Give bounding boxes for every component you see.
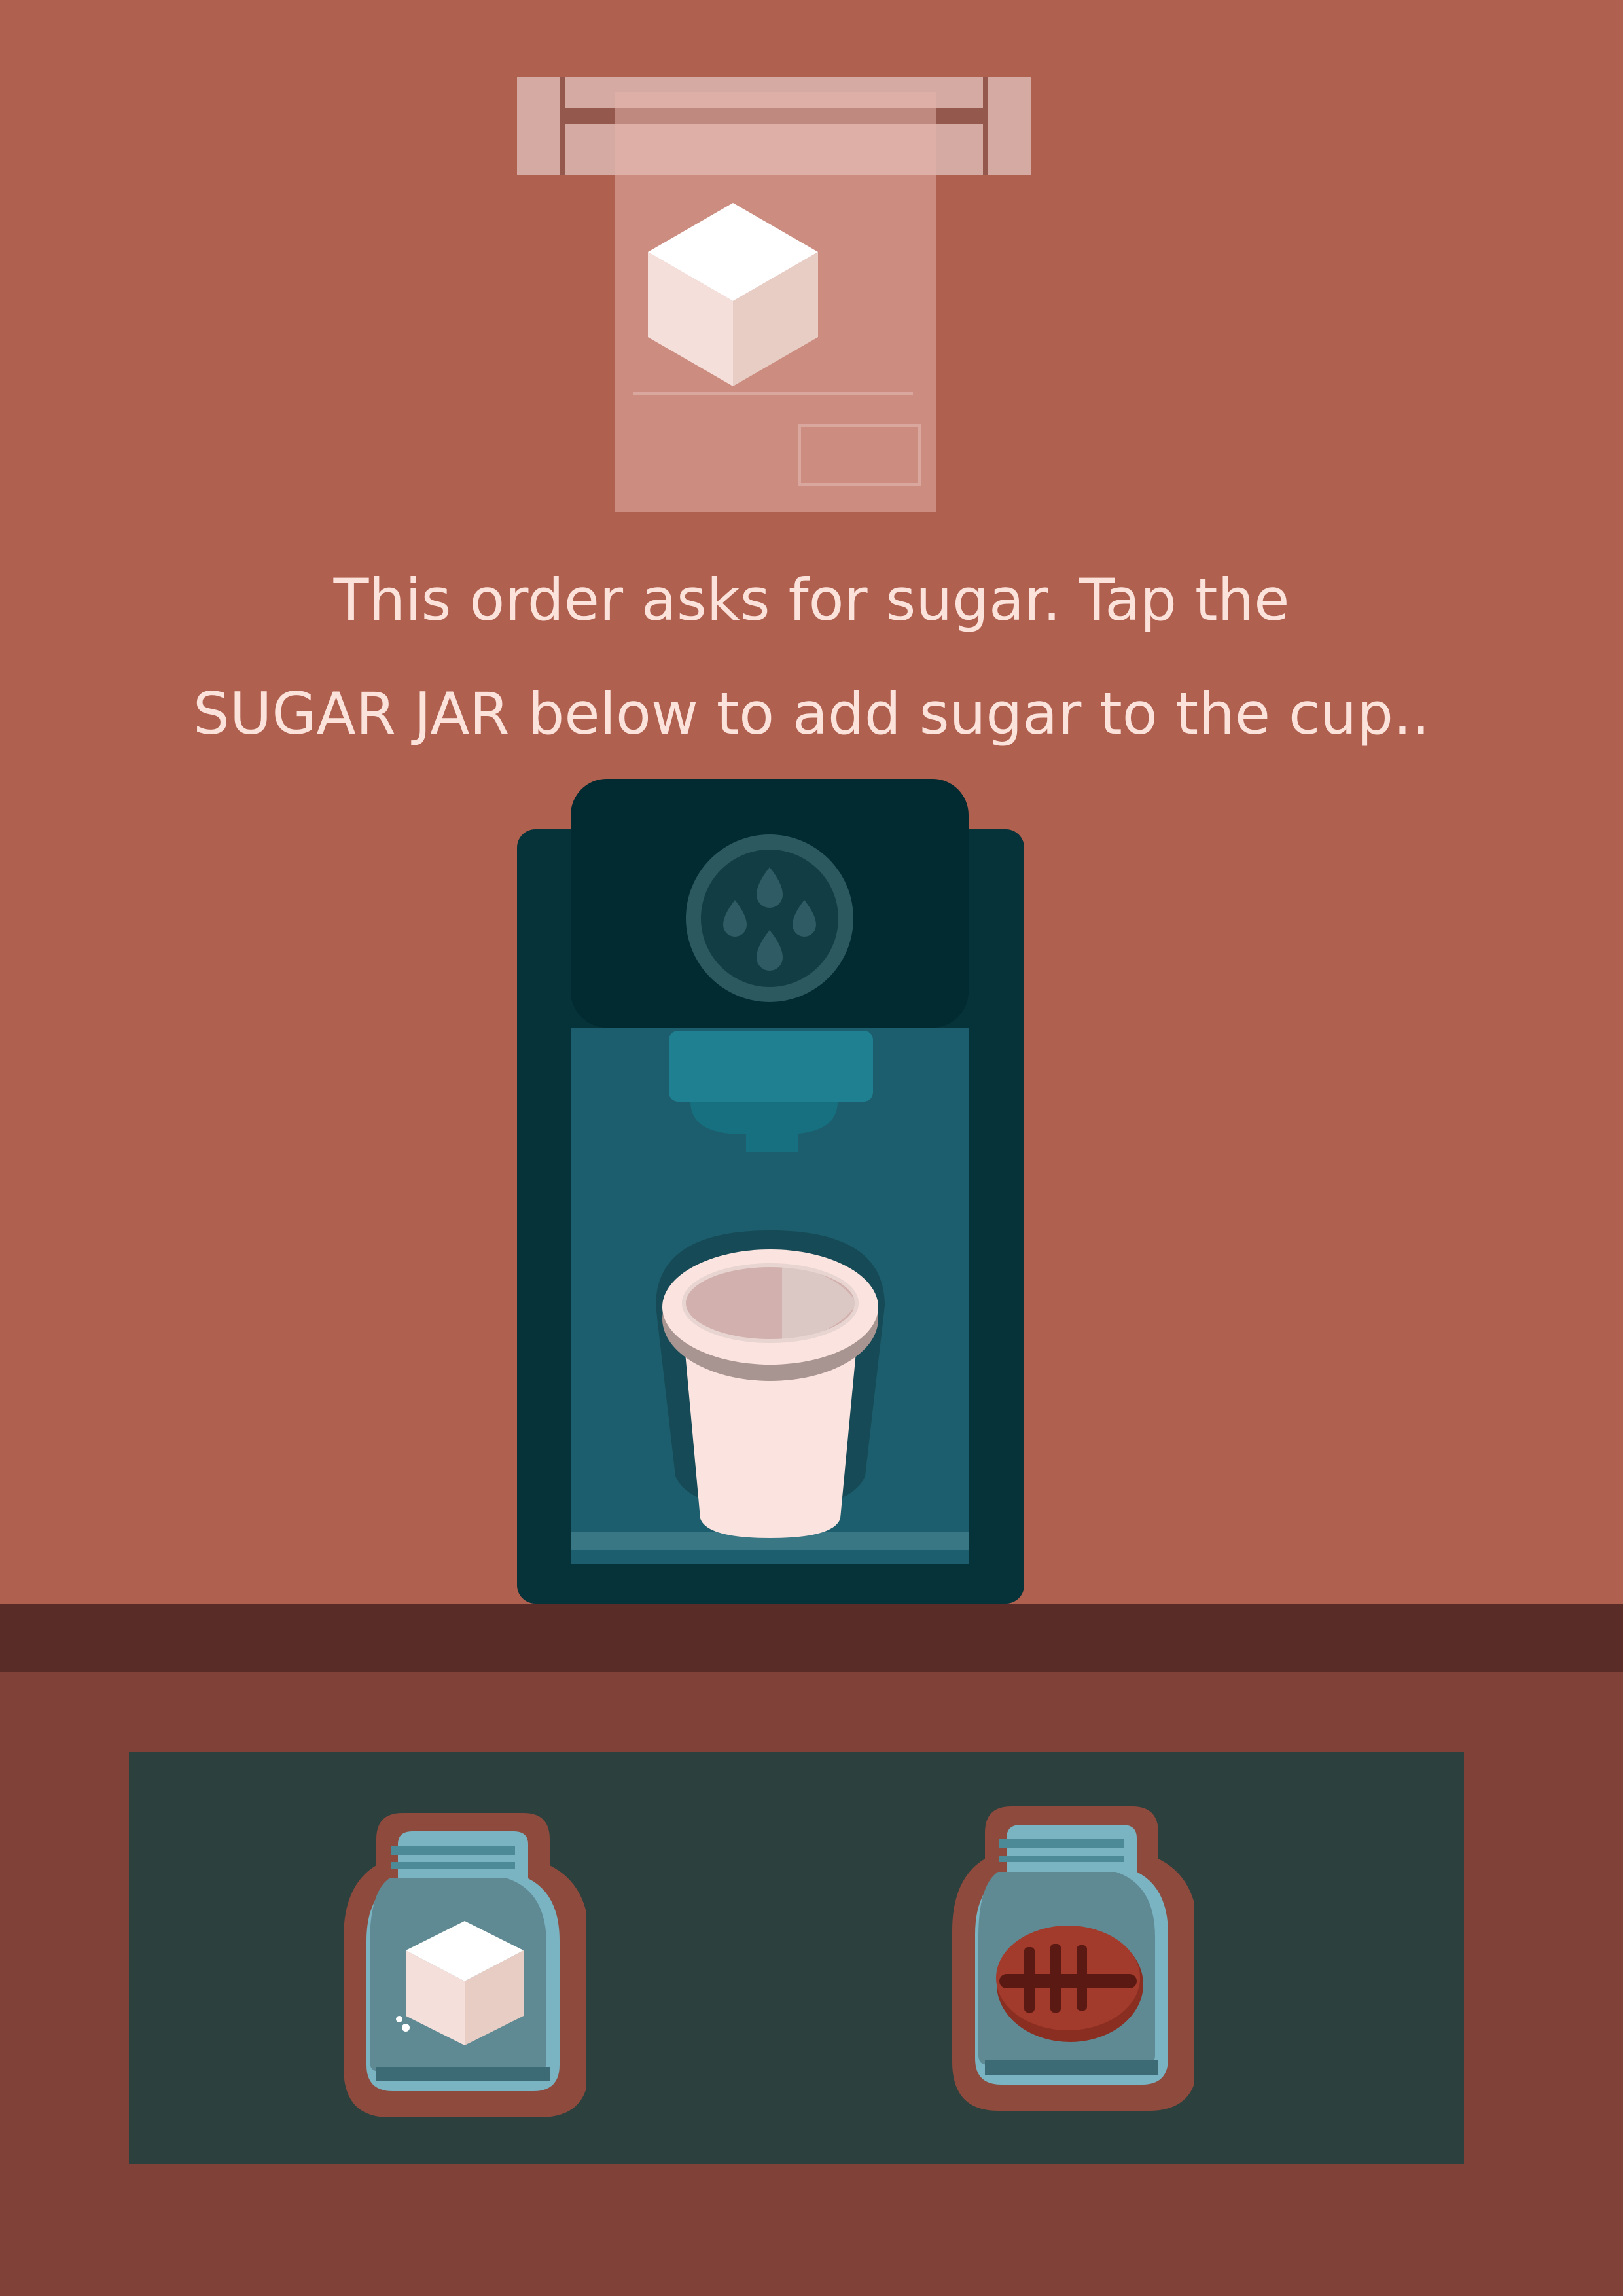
coffee-jar[interactable]	[952, 1806, 1194, 2114]
coffee-machine	[517, 779, 1024, 1604]
instruction-text: This order asks for sugar. Tap the SUGAR…	[0, 543, 1623, 771]
instruction-line-2: SUGAR JAR below to add sugar to the cup.…	[193, 680, 1430, 747]
ingredient-shelf	[129, 1752, 1464, 2164]
instruction-line-1: This order asks for sugar. Tap the	[333, 566, 1290, 634]
coffee-bean-icon	[996, 1926, 1143, 2042]
sugar-jar[interactable]	[344, 1813, 586, 2121]
order-ticket	[517, 77, 1031, 512]
water-drops-icon	[686, 834, 853, 1002]
counter-top	[0, 1604, 1623, 1672]
empty-cup	[656, 1230, 885, 1538]
